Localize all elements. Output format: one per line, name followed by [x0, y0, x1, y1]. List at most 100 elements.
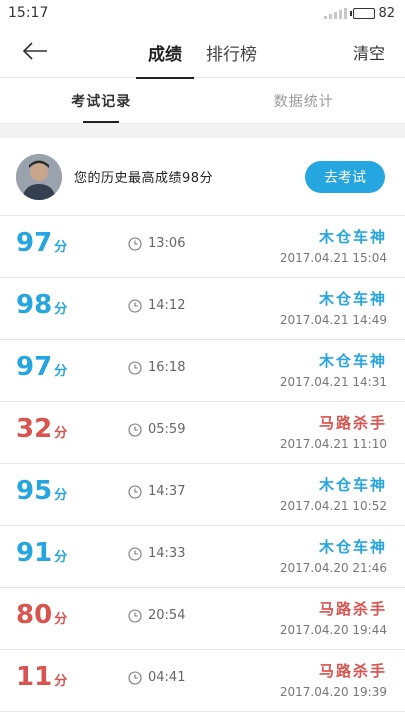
tab-data-statistics[interactable]: 数据统计	[203, 78, 405, 123]
table-row[interactable]: 32 分 05:59 马路杀手 2017.04.21 11:10	[0, 402, 405, 464]
score-unit: 分	[54, 550, 68, 565]
rank-label: 马路杀手	[318, 600, 387, 618]
record-meta: 木仓车神 2017.04.21 10:52	[280, 474, 387, 513]
duration-value: 14:12	[148, 298, 186, 313]
status-indicators: 82	[324, 6, 395, 21]
battery-level: 82	[378, 5, 395, 21]
score: 11 分	[16, 662, 67, 692]
table-row[interactable]: 11 分 04:41 马路杀手 2017.04.20 19:39	[0, 650, 405, 712]
record-meta: 木仓车神 2017.04.21 14:49	[280, 288, 387, 327]
clock-icon	[128, 608, 142, 623]
record-date: 2017.04.20 21:46	[279, 561, 387, 575]
clock-icon	[128, 298, 142, 313]
duration: 13:06	[128, 236, 185, 251]
score: 98 分	[16, 290, 67, 320]
record-date: 2017.04.20 19:44	[279, 623, 387, 637]
score-unit: 分	[54, 612, 68, 627]
record-date: 2017.04.21 14:31	[279, 375, 387, 389]
duration: 16:18	[128, 360, 185, 375]
record-date: 2017.04.20 19:39	[279, 685, 387, 699]
clock-icon	[128, 670, 142, 685]
duration-value: 16:18	[148, 360, 186, 375]
duration-value: 13:06	[148, 236, 186, 251]
take-exam-button[interactable]: 去考试	[305, 160, 385, 193]
rank-label: 马路杀手	[318, 414, 387, 432]
clock-icon	[128, 360, 142, 375]
score: 97 分	[16, 352, 67, 382]
tab-data-statistics-label: 数据统计	[273, 93, 334, 110]
status-bar: 15:17 82	[0, 0, 405, 26]
rank-label: 木仓车神	[318, 352, 387, 370]
rank-label: 木仓车神	[318, 476, 387, 494]
status-time: 15:17	[8, 5, 49, 21]
table-row[interactable]: 80 分 20:54 马路杀手 2017.04.20 19:44	[0, 588, 405, 650]
record-meta: 马路杀手 2017.04.20 19:44	[280, 598, 387, 637]
best-score-text: 您的历史最高成绩98分	[74, 171, 214, 186]
duration: 14:12	[128, 298, 185, 313]
record-date: 2017.04.21 14:49	[279, 313, 387, 327]
score: 80 分	[16, 600, 67, 630]
tab-exam-records-label: 考试记录	[71, 93, 132, 110]
table-row[interactable]: 91 分 14:33 木仓车神 2017.04.20 21:46	[0, 526, 405, 588]
back-button[interactable]	[18, 36, 52, 66]
score-unit: 分	[54, 302, 68, 317]
score-unit: 分	[54, 488, 68, 503]
duration-value: 20:54	[148, 608, 186, 623]
score-unit: 分	[54, 364, 68, 379]
table-row[interactable]: 95 分 14:37 木仓车神 2017.04.21 10:52	[0, 464, 405, 526]
best-score-row: 您的历史最高成绩98分 去考试	[0, 138, 405, 216]
score-unit: 分	[54, 240, 68, 255]
nav-bar: 成绩 排行榜 清空	[0, 26, 405, 79]
score-value: 91	[16, 538, 53, 568]
tab-scores[interactable]: 成绩	[136, 26, 194, 79]
record-meta: 马路杀手 2017.04.21 11:10	[280, 412, 387, 451]
score-value: 32	[16, 414, 53, 444]
nav-tabs: 成绩 排行榜	[136, 26, 269, 79]
score: 32 分	[16, 414, 67, 444]
score-value: 98	[16, 290, 53, 320]
score-value: 95	[16, 476, 53, 506]
score-unit: 分	[54, 674, 68, 689]
signal-icon	[324, 7, 348, 19]
score-value: 80	[16, 600, 53, 630]
clock-icon	[128, 546, 142, 561]
table-row[interactable]: 98 分 14:12 木仓车神 2017.04.21 14:49	[0, 278, 405, 340]
record-meta: 木仓车神 2017.04.20 21:46	[280, 536, 387, 575]
clock-icon	[128, 236, 142, 251]
score-value: 11	[16, 662, 53, 692]
rank-label: 木仓车神	[318, 290, 387, 308]
battery-icon	[350, 7, 376, 19]
table-row[interactable]: 97 分 16:18 木仓车神 2017.04.21 14:31	[0, 340, 405, 402]
record-date: 2017.04.21 10:52	[279, 499, 387, 513]
rank-label: 木仓车神	[318, 228, 387, 246]
table-row[interactable]: 97 分 13:06 木仓车神 2017.04.21 15:04	[0, 216, 405, 278]
battery-indicator: 82	[350, 5, 395, 21]
duration: 14:37	[128, 484, 185, 499]
duration: 20:54	[128, 608, 185, 623]
clock-icon	[128, 484, 142, 499]
score: 97 分	[16, 228, 67, 258]
record-meta: 马路杀手 2017.04.20 19:39	[280, 660, 387, 699]
score: 95 分	[16, 476, 67, 506]
record-meta: 木仓车神 2017.04.21 15:04	[280, 226, 387, 265]
rank-label: 木仓车神	[318, 538, 387, 556]
duration-value: 04:41	[148, 670, 186, 685]
tab-leaderboard[interactable]: 排行榜	[194, 26, 269, 78]
rank-label: 马路杀手	[318, 662, 387, 680]
duration-value: 05:59	[148, 422, 186, 437]
score: 91 分	[16, 538, 67, 568]
record-meta: 木仓车神 2017.04.21 14:31	[280, 350, 387, 389]
sub-tabs: 考试记录 数据统计	[0, 78, 405, 124]
clock-icon	[128, 422, 142, 437]
record-date: 2017.04.21 11:10	[279, 437, 387, 451]
score-unit: 分	[54, 426, 68, 441]
duration: 14:33	[128, 546, 185, 561]
duration: 04:41	[128, 670, 185, 685]
records-list: 97 分 13:06 木仓车神 2017.04.21 15:04 98 分 14:12 木仓车神…	[0, 216, 405, 712]
score-value: 97	[16, 352, 53, 382]
clear-button[interactable]: 清空	[353, 26, 385, 78]
arrow-left-icon	[22, 42, 47, 60]
tab-exam-records[interactable]: 考试记录	[0, 78, 203, 123]
duration: 05:59	[128, 422, 185, 437]
record-date: 2017.04.21 15:04	[279, 251, 387, 265]
